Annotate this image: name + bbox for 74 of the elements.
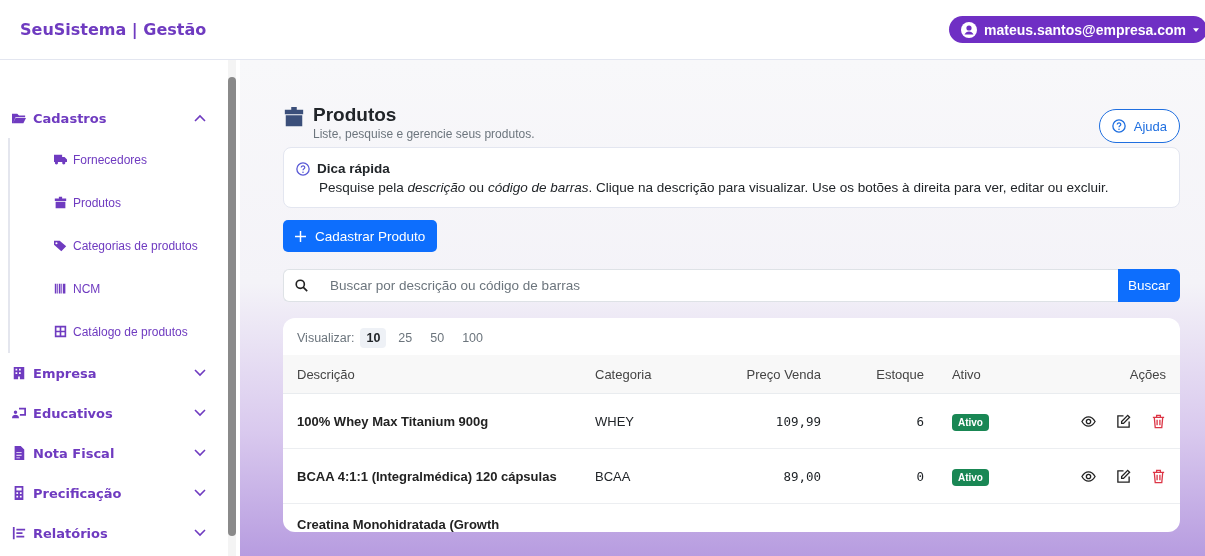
help-button[interactable]: Ajuda <box>1098 109 1180 143</box>
sidebar-item[interactable]: Produtos <box>54 181 228 224</box>
add-product-button[interactable]: Cadastrar Produto <box>283 220 438 252</box>
trash-icon[interactable] <box>1151 468 1166 484</box>
sidebar-item[interactable]: NCM <box>54 267 228 310</box>
building-icon <box>12 366 26 380</box>
search-field[interactable]: Buscar por descrição ou código de barras <box>283 269 1118 302</box>
sidebar-group[interactable]: Cadastros <box>12 98 228 138</box>
sidebar-group[interactable]: Educativos <box>12 393 228 433</box>
caret-icon <box>1193 27 1199 32</box>
column-header: Ações <box>1026 355 1180 394</box>
tags-icon <box>54 239 67 252</box>
plus-icon <box>295 230 306 242</box>
chevron-down-icon <box>194 409 206 417</box>
search-icon <box>295 279 308 292</box>
folder-icon <box>12 111 26 125</box>
barcode-icon <box>54 282 67 295</box>
table-cell[interactable]: 100% Whey Max Titanium 900g <box>283 393 581 449</box>
scrollbar[interactable] <box>228 60 236 556</box>
box-icon <box>283 106 305 128</box>
trash-icon[interactable] <box>1151 413 1166 429</box>
table-cell: 0 <box>916 468 924 484</box>
column-header: Descrição <box>283 355 581 394</box>
user-icon <box>961 21 978 38</box>
status-badge: Ativo <box>951 413 989 431</box>
column-header: Ativo <box>937 355 1027 394</box>
table-cell[interactable]: Creatina Monohidratada (Growth <box>283 503 581 532</box>
table-cell: 6 <box>916 413 924 429</box>
sidebar-group[interactable]: Nota Fiscal <box>12 433 228 473</box>
brand-title[interactable]: SeuSistema | Gestão <box>20 20 207 39</box>
search-button[interactable]: Buscar <box>1117 269 1180 302</box>
help-icon <box>296 161 310 176</box>
chevron-up-icon <box>194 114 206 122</box>
box-icon <box>54 196 67 209</box>
table-cell[interactable]: BCAA 4:1:1 (Integralmédica) 120 cápsulas <box>283 448 581 504</box>
sidebar-group[interactable]: Relatórios <box>12 513 228 553</box>
tip-text: Pesquise pela descrição ou código de barras. Clique na descrição para visualizar. Use os botões à direita para ver, editar ou excluir. <box>319 180 1110 195</box>
sidebar-item[interactable]: Fornecedores <box>54 138 228 181</box>
tip-title: Dica rápida <box>317 161 390 176</box>
page-subtitle: Liste, pesquise e gerencie seus produtos. <box>313 127 536 141</box>
grid-icon <box>54 325 67 338</box>
page-size-option[interactable]: 25 <box>392 328 419 348</box>
chevron-down-icon <box>194 369 206 377</box>
status-badge: Ativo <box>951 468 989 486</box>
page-title: Produtos <box>313 104 398 126</box>
chevron-down-icon <box>194 449 206 457</box>
edit-icon[interactable] <box>1116 468 1131 484</box>
column-header: Categoria <box>581 355 696 394</box>
eye-icon[interactable] <box>1081 413 1096 429</box>
board-icon <box>12 406 26 420</box>
user-menu-button[interactable]: mateus.santos@empresa.com <box>949 16 1205 43</box>
sidebar-item[interactable]: Catálogo de produtos <box>54 310 228 353</box>
table-cell: BCAA <box>595 468 631 484</box>
sidebar-group[interactable]: Empresa <box>12 353 228 393</box>
truck-icon <box>54 153 67 166</box>
table-cell: 89,00 <box>783 468 821 484</box>
file-icon <box>12 446 26 460</box>
table-cell: 109,99 <box>775 413 821 429</box>
chevron-down-icon <box>194 529 206 537</box>
page-size-option[interactable]: 100 <box>456 328 489 348</box>
list-icon <box>12 526 26 540</box>
eye-icon[interactable] <box>1081 468 1096 484</box>
chevron-down-icon <box>194 489 206 497</box>
table-cell: WHEY <box>595 413 634 429</box>
calc-icon <box>12 486 26 500</box>
page-size-option[interactable]: 10 <box>360 328 387 348</box>
help-icon <box>1111 119 1126 133</box>
page-size-option[interactable]: 50 <box>424 328 451 348</box>
column-header: Estoque <box>835 355 938 394</box>
page-size-label: Visualizar: <box>297 331 355 345</box>
edit-icon[interactable] <box>1116 413 1131 429</box>
sidebar-group[interactable]: Precificação <box>12 473 228 513</box>
sidebar-item[interactable]: Categorias de produtos <box>54 224 228 267</box>
column-header: Preço Venda <box>695 355 835 394</box>
